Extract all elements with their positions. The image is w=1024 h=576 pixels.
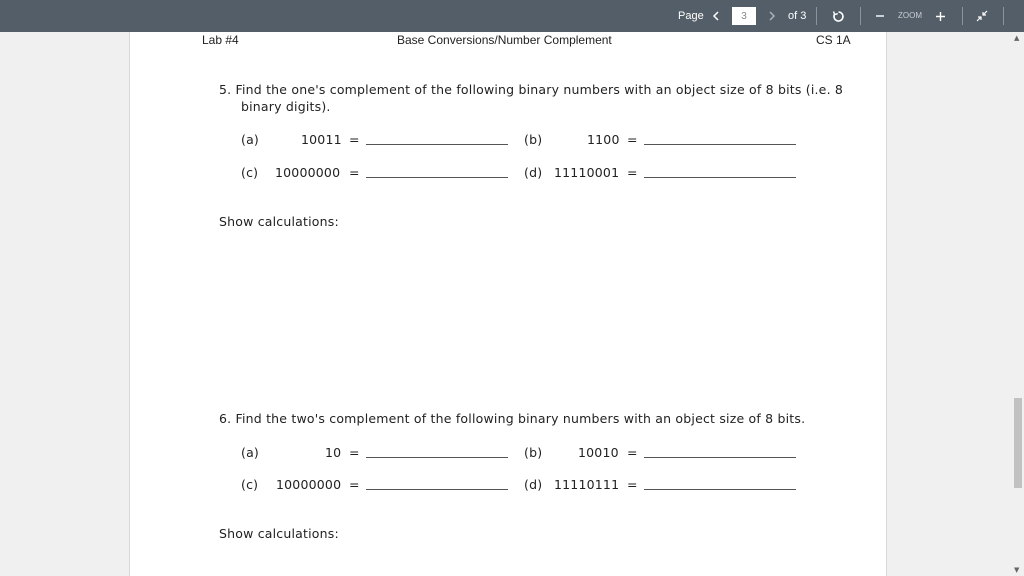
rotate-icon[interactable] [830, 0, 846, 32]
prev-page-icon[interactable] [709, 0, 723, 32]
q6-b-label: (b) [524, 445, 543, 460]
q6-d-value: 11110111 [554, 477, 620, 492]
header-left: Lab #4 [202, 33, 239, 47]
q5-d-equals: = [627, 165, 638, 180]
zoom-label: ZOOM [898, 11, 922, 20]
header-right: CS 1A [816, 33, 851, 47]
scroll-down-icon[interactable]: ▼ [1014, 566, 1019, 574]
q6-a-value: 10 [325, 445, 342, 460]
page-count: of 3 [788, 10, 807, 22]
q6-d-label: (d) [524, 477, 543, 492]
q5-c-equals: = [349, 165, 360, 180]
zoom-in-icon[interactable] [933, 0, 947, 32]
q5-a-answer-blank [366, 144, 508, 145]
document-page: Lab #4 Base Conversions/Number Complemen… [129, 32, 887, 576]
q5-b-answer-blank [644, 144, 796, 145]
q5-c-label: (c) [241, 165, 259, 180]
toolbar-separator [816, 7, 817, 25]
q5-d-label: (d) [524, 165, 543, 180]
q5-a-equals: = [349, 132, 360, 147]
scrollbar-thumb[interactable] [1014, 398, 1022, 488]
q6-b-equals: = [627, 445, 638, 460]
q6-d-equals: = [627, 477, 638, 492]
q5-b-equals: = [627, 132, 638, 147]
next-page-icon[interactable] [765, 0, 779, 32]
q6-a-answer-blank [366, 457, 508, 458]
q6-c-answer-blank [366, 489, 508, 490]
q6-c-label: (c) [241, 477, 259, 492]
question-6-text: 6. Find the two's complement of the foll… [219, 411, 806, 426]
vertical-scrollbar[interactable] [1012, 32, 1024, 576]
q6-b-value: 10010 [578, 445, 619, 460]
q5-d-value: 11110001 [554, 165, 620, 180]
q5-a-value: 10011 [301, 132, 342, 147]
toolbar-separator [860, 7, 861, 25]
toolbar-separator [962, 7, 963, 25]
q6-a-equals: = [349, 445, 360, 460]
question-5-text-cont: binary digits). [241, 99, 331, 114]
q6-b-answer-blank [644, 457, 796, 458]
q5-a-label: (a) [241, 132, 260, 147]
exit-fullscreen-icon[interactable] [974, 0, 990, 32]
q5-b-value: 1100 [587, 132, 620, 147]
page-number-input[interactable] [732, 7, 756, 25]
q5-c-value: 10000000 [275, 165, 341, 180]
toolbar-separator [1003, 7, 1004, 25]
q6-show-calculations: Show calculations: [219, 526, 339, 541]
q5-b-label: (b) [524, 132, 543, 147]
question-5-text: 5. Find the one's complement of the foll… [219, 82, 844, 97]
page-label: Page [678, 10, 704, 22]
q5-d-answer-blank [644, 177, 796, 178]
q5-c-answer-blank [366, 177, 508, 178]
q6-a-label: (a) [241, 445, 260, 460]
zoom-out-icon[interactable] [873, 0, 887, 32]
pdf-toolbar: Page of 3 ZOOM [0, 0, 1024, 32]
q6-c-equals: = [349, 477, 360, 492]
scroll-up-icon[interactable]: ▲ [1014, 34, 1019, 42]
q5-show-calculations: Show calculations: [219, 214, 339, 229]
header-center: Base Conversions/Number Complement [397, 33, 612, 47]
q6-d-answer-blank [644, 489, 796, 490]
q6-c-value: 10000000 [276, 477, 342, 492]
